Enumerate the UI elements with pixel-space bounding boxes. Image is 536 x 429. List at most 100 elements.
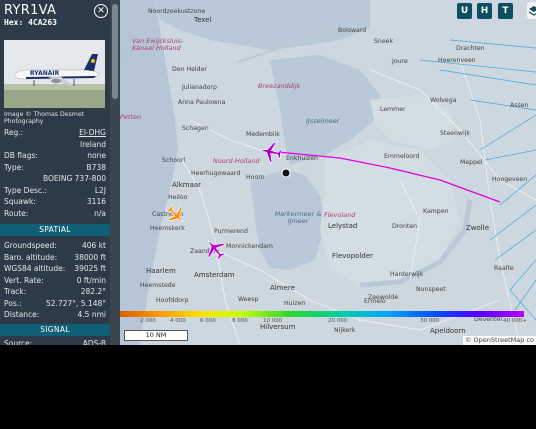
close-button[interactable]: ✕ — [94, 4, 108, 18]
spatial-label: Pos.: — [4, 298, 22, 308]
place-label: Huizen — [284, 300, 306, 307]
spatial-row: Track: 282.2° — [4, 286, 106, 297]
place-label: Steenwijk — [440, 130, 470, 137]
place-label: Meppel — [460, 159, 483, 166]
place-label: Nijkerk — [334, 327, 356, 334]
info-row: Route: n/a — [4, 208, 106, 219]
photo-credit: Image © Thomas Desmet Photography — [4, 111, 85, 125]
place-label: Noord-Holland — [213, 157, 260, 165]
spatial-row: Groundspeed: 406 kt — [4, 240, 106, 251]
spatial-row: Pos.: 52.727°, 5.148° — [4, 298, 106, 309]
place-label: Alkmaar — [172, 181, 202, 189]
place-label: Noordzeekustzone — [148, 8, 206, 15]
section-spatial[interactable]: SPATIAL — [0, 224, 110, 236]
place-label: Emmeloord — [384, 153, 420, 160]
place-label: Texel — [194, 16, 212, 24]
info-row: Squawk: 3116 — [4, 196, 106, 207]
signal-value: ADS-B — [82, 339, 106, 345]
place-label: Lelystad — [328, 222, 358, 230]
info-row: Reg.: EI-DHG — [4, 127, 106, 138]
callsign: RYR1VA — [4, 3, 57, 18]
place-label: Ermelo — [364, 298, 386, 305]
spatial-label: Vert. Rate: — [4, 275, 44, 285]
spatial-row: Distance: 4.5 nmi — [4, 309, 106, 320]
section-signal[interactable]: SIGNAL — [0, 324, 110, 336]
place-label: Markermeer & IJmeer — [274, 210, 322, 225]
place-label: Den Helder — [172, 66, 207, 73]
info-row: Type: B738 — [4, 162, 106, 173]
info-row: DB flags: none — [4, 150, 106, 161]
spatial-value: 52.727°, 5.148° — [46, 298, 106, 308]
info-value: n/a — [94, 208, 106, 218]
info-label: Squawk: — [4, 197, 36, 206]
place-label: Hoorn — [246, 174, 265, 181]
spatial-label: Track: — [4, 287, 27, 296]
place-label: Anna Paulowna — [178, 99, 226, 106]
signal-label: Source: — [4, 339, 33, 345]
info-value: 3116 — [86, 197, 106, 206]
place-label: Wolvega — [430, 97, 457, 104]
info-label: Type Desc.: — [4, 185, 47, 195]
place-label: Heemskerk — [150, 225, 185, 232]
info-label: Reg.: — [4, 128, 24, 137]
place-label: Heiloo — [168, 194, 188, 201]
place-label: Julianadorp — [182, 84, 217, 91]
spatial-label: Distance: — [4, 310, 40, 319]
registration-link[interactable]: EI-DHG — [79, 127, 106, 138]
place-label: Schagen — [182, 125, 209, 132]
scrollbar-thumb[interactable] — [112, 4, 118, 99]
place-label: Hoogeveen — [492, 176, 528, 183]
place-label: Harderwijk — [390, 271, 424, 278]
spatial-value: 282.2° — [80, 287, 106, 296]
place-label: Bunschoten — [308, 312, 345, 319]
place-label: IJsselmeer — [306, 117, 340, 125]
spatial-label: Groundspeed: — [4, 241, 57, 250]
info-row: BOEING 737-800 — [4, 173, 106, 184]
spatial-value: 0 ft/min — [76, 275, 106, 285]
sidebar-scrollbar[interactable] — [110, 0, 120, 345]
info-row: Ireland — [4, 139, 106, 150]
place-label: Weesp — [238, 296, 259, 303]
place-label: Kampen — [423, 208, 449, 215]
place-label: Bolsward — [338, 27, 367, 34]
place-label: Hilversum — [260, 323, 296, 331]
info-label: DB flags: — [4, 151, 38, 160]
info-label: Route: — [4, 208, 29, 218]
spatial-row: Vert. Rate: 0 ft/min — [4, 275, 106, 286]
place-label: Van Ewijcksluis-Kanaal Holland — [132, 37, 184, 52]
close-icon[interactable]: ✕ — [97, 6, 105, 16]
place-label: Haarlem — [146, 267, 176, 275]
spatial-row: WGS84 altitude: 39025 ft — [4, 263, 106, 274]
place-label: Medemblik — [246, 131, 280, 138]
place-label: Purmerend — [214, 228, 248, 235]
place-label: Schoorl — [162, 157, 186, 164]
place-label: Raalte — [494, 265, 514, 272]
spatial-label: Baro. altitude: — [4, 252, 58, 262]
place-label: Heerhugowaard — [191, 170, 241, 177]
info-value: Ireland — [80, 139, 106, 149]
aircraft-photo[interactable]: RYANAIR — [4, 40, 105, 108]
spatial-value: 4.5 nmi — [77, 310, 106, 319]
place-label: Monnickendam — [226, 243, 273, 250]
spatial-label: WGS84 altitude: — [4, 264, 66, 273]
spatial-value: 38000 ft — [74, 252, 106, 262]
place-label: Lemmer — [380, 106, 406, 113]
place-label: Zwolle — [466, 224, 489, 232]
place-label: Deventer — [474, 316, 503, 323]
place-label: Joure — [392, 58, 408, 65]
map-view[interactable]: Noordzeekustzone Texel Van Ewijcksluis-K… — [120, 0, 536, 345]
spatial-row: Baro. altitude: 38000 ft — [4, 252, 106, 263]
place-label: Breezanddijk — [258, 82, 301, 90]
place-label: Heerenveen — [438, 57, 476, 64]
info-value: B738 — [86, 162, 106, 172]
aircraft-photo-image: RYANAIR — [4, 40, 105, 108]
place-label: Flevopolder — [332, 252, 374, 260]
spatial-value: 39025 ft — [74, 264, 106, 273]
place-label: Assen — [510, 102, 529, 109]
receiver-site-marker — [281, 168, 291, 178]
livery-text: RYANAIR — [30, 70, 60, 77]
info-value: none — [87, 151, 106, 160]
place-label: Hoofddorp — [156, 297, 189, 304]
place-label: Enkhuizen — [286, 155, 318, 162]
place-label: Drachten — [456, 45, 485, 52]
